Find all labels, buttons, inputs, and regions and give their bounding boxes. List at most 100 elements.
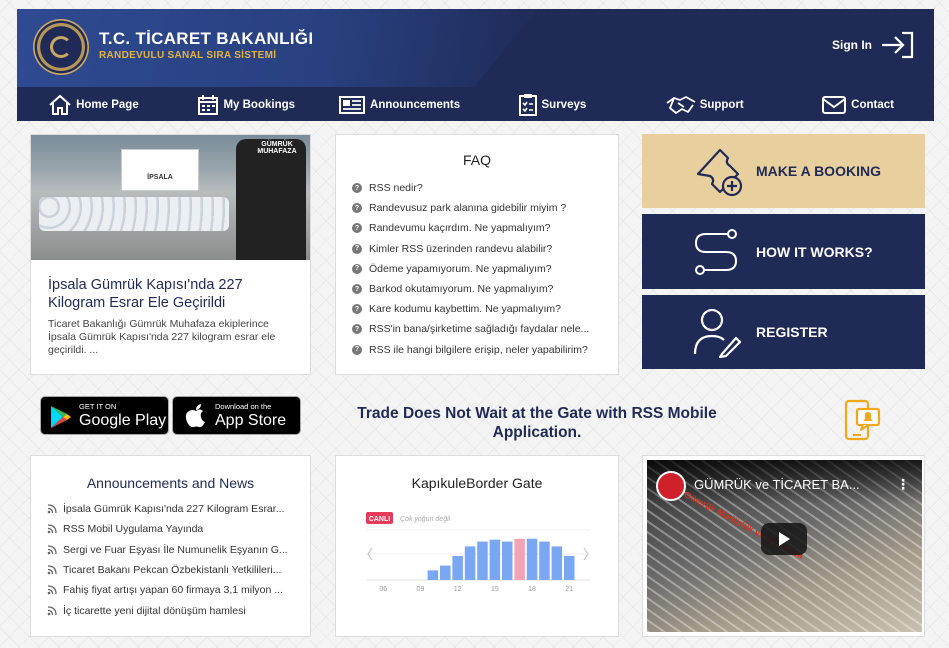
faq-item[interactable]: ? Randevusuz park alanına gidebilir miyim… bbox=[352, 198, 589, 218]
nav-home[interactable]: Home Page bbox=[17, 89, 170, 121]
handshake-icon bbox=[666, 96, 696, 114]
officer-graphic bbox=[236, 139, 306, 260]
faq-item[interactable]: ? RSS ile hangi bilgilere erişip, neler y… bbox=[352, 340, 589, 360]
announcement-item[interactable]: İç ticarette yeni dijital dönüşüm hamles… bbox=[47, 600, 288, 620]
chart-bar[interactable] bbox=[440, 565, 451, 580]
faq-item-label: Randevumu kaçırdım. Ne yapmalıyım? bbox=[369, 222, 551, 235]
play-icon bbox=[779, 532, 790, 546]
google-play-big-text: Google Play bbox=[79, 412, 167, 429]
sign-in-button[interactable]: Sign In bbox=[832, 31, 916, 59]
mobile-phone-icon bbox=[844, 399, 881, 441]
announcement-label: İpsala Gümrük Kapısı'nda 227 Kilogram Es… bbox=[63, 503, 285, 516]
faq-item-label: Barkod okutamıyorum. Ne yapmalıyım? bbox=[369, 283, 554, 296]
brand-title[interactable]: T.C. TİCARET BAKANLIĞI bbox=[99, 29, 313, 49]
chart-bar[interactable] bbox=[551, 546, 563, 580]
chart-bar[interactable] bbox=[514, 538, 525, 580]
video-menu-icon[interactable]: ⋮ bbox=[896, 476, 910, 493]
sign-in-icon bbox=[882, 31, 914, 59]
ministry-logo[interactable] bbox=[33, 19, 89, 75]
faq-item-label: RSS'in bana/şirketime sağladığı faydalar… bbox=[369, 323, 590, 336]
announcements-list: İpsala Gümrük Kapısı'nda 227 Kilogram Es… bbox=[47, 499, 288, 621]
announcement-item[interactable]: RSS Mobil Uygulama Yayında bbox=[47, 519, 288, 539]
faq-item[interactable]: ? RSS nedir? bbox=[352, 178, 589, 198]
chart-bar[interactable] bbox=[452, 556, 463, 580]
chart-bar[interactable] bbox=[477, 541, 488, 580]
nav-support-label: Support bbox=[699, 99, 744, 111]
video-card: GÜMRÜK ve TİCARET BA... ⋮ Gümrük Müdürlü… bbox=[642, 455, 925, 637]
nav-announcements[interactable]: Announcements bbox=[323, 89, 476, 121]
news-photo[interactable]: İPSALA GÜMRÜK MUHAFAZA bbox=[31, 135, 310, 260]
rss-icon bbox=[47, 605, 57, 615]
make-booking-button[interactable]: MAKE A BOOKING bbox=[642, 134, 925, 208]
question-icon: ? bbox=[352, 304, 362, 315]
nav-bookings-label: My Bookings bbox=[223, 99, 296, 111]
chart-bar[interactable] bbox=[502, 541, 513, 580]
faq-item[interactable]: ? Ödeme yapamıyorum. Ne yapmalıyım? bbox=[352, 259, 589, 279]
app-store-small-text: Download on the bbox=[215, 402, 272, 411]
faq-item-label: Kare kodumu kaybettim. Ne yapmalıyım? bbox=[369, 303, 561, 316]
question-icon: ? bbox=[352, 324, 362, 335]
chart-tick-label: 15 bbox=[491, 586, 499, 593]
announcement-label: Fahiş fiyat artışı yapan 60 firmaya 3,1 … bbox=[63, 584, 284, 597]
faq-item[interactable]: ? Barkod okutamıyorum. Ne yapmalıyım? bbox=[352, 279, 589, 299]
sign-in-label: Sign In bbox=[832, 38, 872, 52]
route-icon bbox=[694, 228, 738, 275]
announcement-label: Sergi ve Fuar Eşyası İle Numunelik Eşyan… bbox=[63, 543, 288, 556]
nav-surveys[interactable]: Surveys bbox=[475, 89, 628, 121]
play-button[interactable] bbox=[761, 523, 807, 555]
nav-surveys-label: Surveys bbox=[541, 99, 587, 111]
chart-tick-label: 09 bbox=[417, 586, 425, 593]
faq-list: ? RSS nedir? ? Randevusuz park alanına gid… bbox=[352, 178, 589, 360]
announcements-title: Announcements and News bbox=[86, 475, 255, 491]
officer-badge-text: GÜMRÜK MUHAFAZA bbox=[257, 141, 297, 155]
gate-status-text: Çok yoğun değil bbox=[400, 516, 451, 523]
faq-item[interactable]: ? Kimler RSS üzerinden randevu alabilir? bbox=[352, 239, 589, 259]
live-badge: CANLI bbox=[369, 516, 390, 523]
news-title[interactable]: İpsala Gümrük Kapısı'nda 227 Kilogram Es… bbox=[48, 276, 298, 312]
featured-news-card[interactable]: İPSALA GÜMRÜK MUHAFAZA İpsala Gümrük Kap… bbox=[30, 134, 311, 375]
announcement-label: RSS Mobil Uygulama Yayında bbox=[63, 523, 204, 536]
google-play-icon bbox=[51, 406, 71, 428]
make-booking-label: MAKE A BOOKING bbox=[756, 163, 881, 179]
question-icon: ? bbox=[352, 284, 362, 295]
how-it-works-button[interactable]: HOW IT WORKS? bbox=[642, 214, 925, 289]
channel-logo[interactable] bbox=[656, 471, 686, 501]
page: T.C. TİCARET BAKANLIĞI RANDEVULU SANAL S… bbox=[17, 9, 934, 648]
faq-item[interactable]: ? RSS'in bana/şirketime sağladığı faydala… bbox=[352, 319, 589, 339]
video-player[interactable]: GÜMRÜK ve TİCARET BA... ⋮ Gümrük Müdürlü… bbox=[647, 460, 922, 632]
question-icon: ? bbox=[352, 243, 362, 254]
announcement-item[interactable]: Ticaret Bakanı Pekcan Özbekistanlı Yetki… bbox=[47, 560, 288, 580]
photo-sign: İPSALA bbox=[121, 149, 199, 191]
nav-contact[interactable]: Contact bbox=[781, 89, 934, 121]
chart-tick-label: 21 bbox=[565, 586, 573, 593]
video-title[interactable]: GÜMRÜK ve TİCARET BA... bbox=[694, 477, 860, 492]
announcement-item[interactable]: Fahiş fiyat artışı yapan 60 firmaya 3,1 … bbox=[47, 580, 288, 600]
chart-tick-label: 18 bbox=[528, 586, 536, 593]
register-button[interactable]: REGISTER bbox=[642, 295, 925, 369]
nav-contact-label: Contact bbox=[851, 99, 894, 111]
app-store-badge[interactable]: Download on the App Store bbox=[172, 396, 301, 435]
faq-item-label: Kimler RSS üzerinden randevu alabilir? bbox=[369, 242, 553, 255]
brand-subtitle: RANDEVULU SANAL SIRA SİSTEMİ bbox=[99, 50, 277, 61]
mobile-app-heading: Trade Does Not Wait at the Gate with RSS… bbox=[357, 405, 717, 441]
chart-bar[interactable] bbox=[564, 556, 575, 580]
faq-item[interactable]: ? Kare kodumu kaybettim. Ne yapmalıyım? bbox=[352, 299, 589, 319]
how-it-works-label: HOW IT WORKS? bbox=[756, 243, 873, 260]
main-nav: Home Page My Bookings Announcements Surv… bbox=[17, 89, 934, 121]
chart-bar[interactable] bbox=[539, 541, 550, 580]
nav-support[interactable]: Support bbox=[628, 89, 781, 121]
question-icon: ? bbox=[352, 183, 362, 194]
chart-bar[interactable] bbox=[489, 539, 501, 580]
announcement-item[interactable]: İpsala Gümrük Kapısı'nda 227 Kilogram Es… bbox=[47, 499, 288, 519]
gate-bars bbox=[427, 538, 575, 580]
google-play-small-text: GET IT ON bbox=[79, 402, 117, 411]
chart-bar[interactable] bbox=[526, 538, 538, 580]
chart-bar[interactable] bbox=[464, 546, 476, 580]
google-play-badge[interactable]: GET IT ON Google Play bbox=[40, 396, 169, 435]
register-label: REGISTER bbox=[756, 324, 828, 340]
calendar-icon bbox=[198, 95, 219, 115]
chart-bar[interactable] bbox=[427, 570, 439, 580]
faq-item[interactable]: ? Randevumu kaçırdım. Ne yapmalıyım? bbox=[352, 218, 589, 238]
announcement-item[interactable]: Sergi ve Fuar Eşyası İle Numunelik Eşyan… bbox=[47, 540, 288, 560]
nav-bookings[interactable]: My Bookings bbox=[170, 89, 323, 121]
